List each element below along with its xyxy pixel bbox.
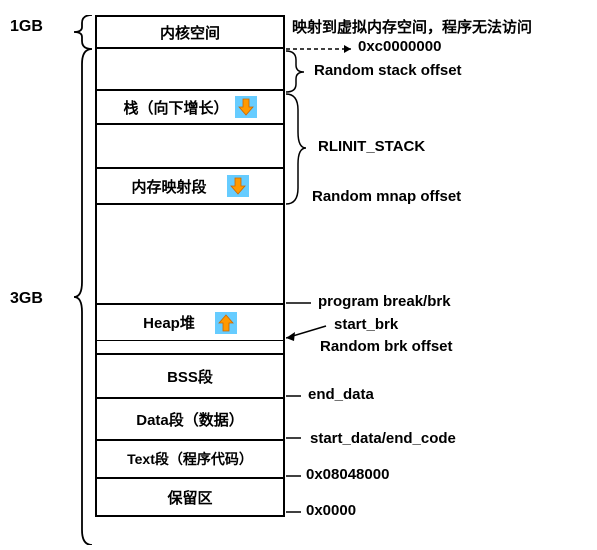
brace-1gb <box>44 15 94 49</box>
arrow-down-icon <box>235 96 257 118</box>
seg-heap-label: Heap堆 <box>143 312 195 333</box>
seg-mmap-label: 内存映射段 <box>131 176 206 197</box>
seg-kernel-label: 内核空间 <box>160 22 220 43</box>
ann-brk-top: program break/brk <box>318 293 451 310</box>
seg-stack-label: 栈（向下增长） <box>123 97 228 118</box>
seg-heap: Heap堆 <box>97 305 283 341</box>
seg-text: Text段（程序代码） <box>97 441 283 479</box>
seg-bss: BSS段 <box>97 355 283 399</box>
ann-addr-text: 0x08048000 <box>306 466 389 483</box>
ann-start-brk: start_brk <box>334 316 398 333</box>
brace-3gb <box>44 49 94 545</box>
ann-end-data: end_data <box>308 386 374 403</box>
ann-kernel-note: 映射到虚拟内存空间，程序无法访问 <box>292 16 532 37</box>
label-1gb: 1GB <box>10 18 43 36</box>
seg-stack-offset-gap <box>97 49 283 91</box>
seg-mmap-heap-gap <box>97 205 283 305</box>
ann-rand-stack: Random stack offset <box>314 62 462 79</box>
seg-brk-offset-gap <box>97 341 283 355</box>
seg-text-label: Text段（程序代码） <box>127 449 253 469</box>
seg-rlimit-gap <box>97 125 283 169</box>
arrow-up-icon <box>215 312 237 334</box>
ann-start-data: start_data/end_code <box>310 430 456 447</box>
seg-data: Data段（数据） <box>97 399 283 441</box>
seg-stack: 栈（向下增长） <box>97 91 283 125</box>
seg-bss-label: BSS段 <box>167 366 213 387</box>
seg-mmap: 内存映射段 <box>97 169 283 205</box>
ann-addr-zero: 0x0000 <box>306 502 356 519</box>
ann-rand-mmap: Random mnap offset <box>312 188 461 205</box>
ann-rlimit: RLINIT_STACK <box>318 138 425 155</box>
ann-addr-kernel: 0xc0000000 <box>358 38 441 55</box>
seg-data-label: Data段（数据） <box>136 409 244 430</box>
ann-rand-brk: Random brk offset <box>320 338 453 355</box>
label-3gb: 3GB <box>10 290 43 308</box>
seg-reserved: 保留区 <box>97 479 283 515</box>
seg-reserved-label: 保留区 <box>167 487 212 508</box>
seg-kernel: 内核空间 <box>97 17 283 49</box>
arrow-down-icon <box>227 175 249 197</box>
memory-column: 内核空间 栈（向下增长） 内存映射段 Heap堆 BSS段 <box>95 15 285 517</box>
memory-layout-diagram: 1GB 3GB 内核空间 栈（向下增长） 内存映射段 Heap堆 <box>10 10 587 538</box>
